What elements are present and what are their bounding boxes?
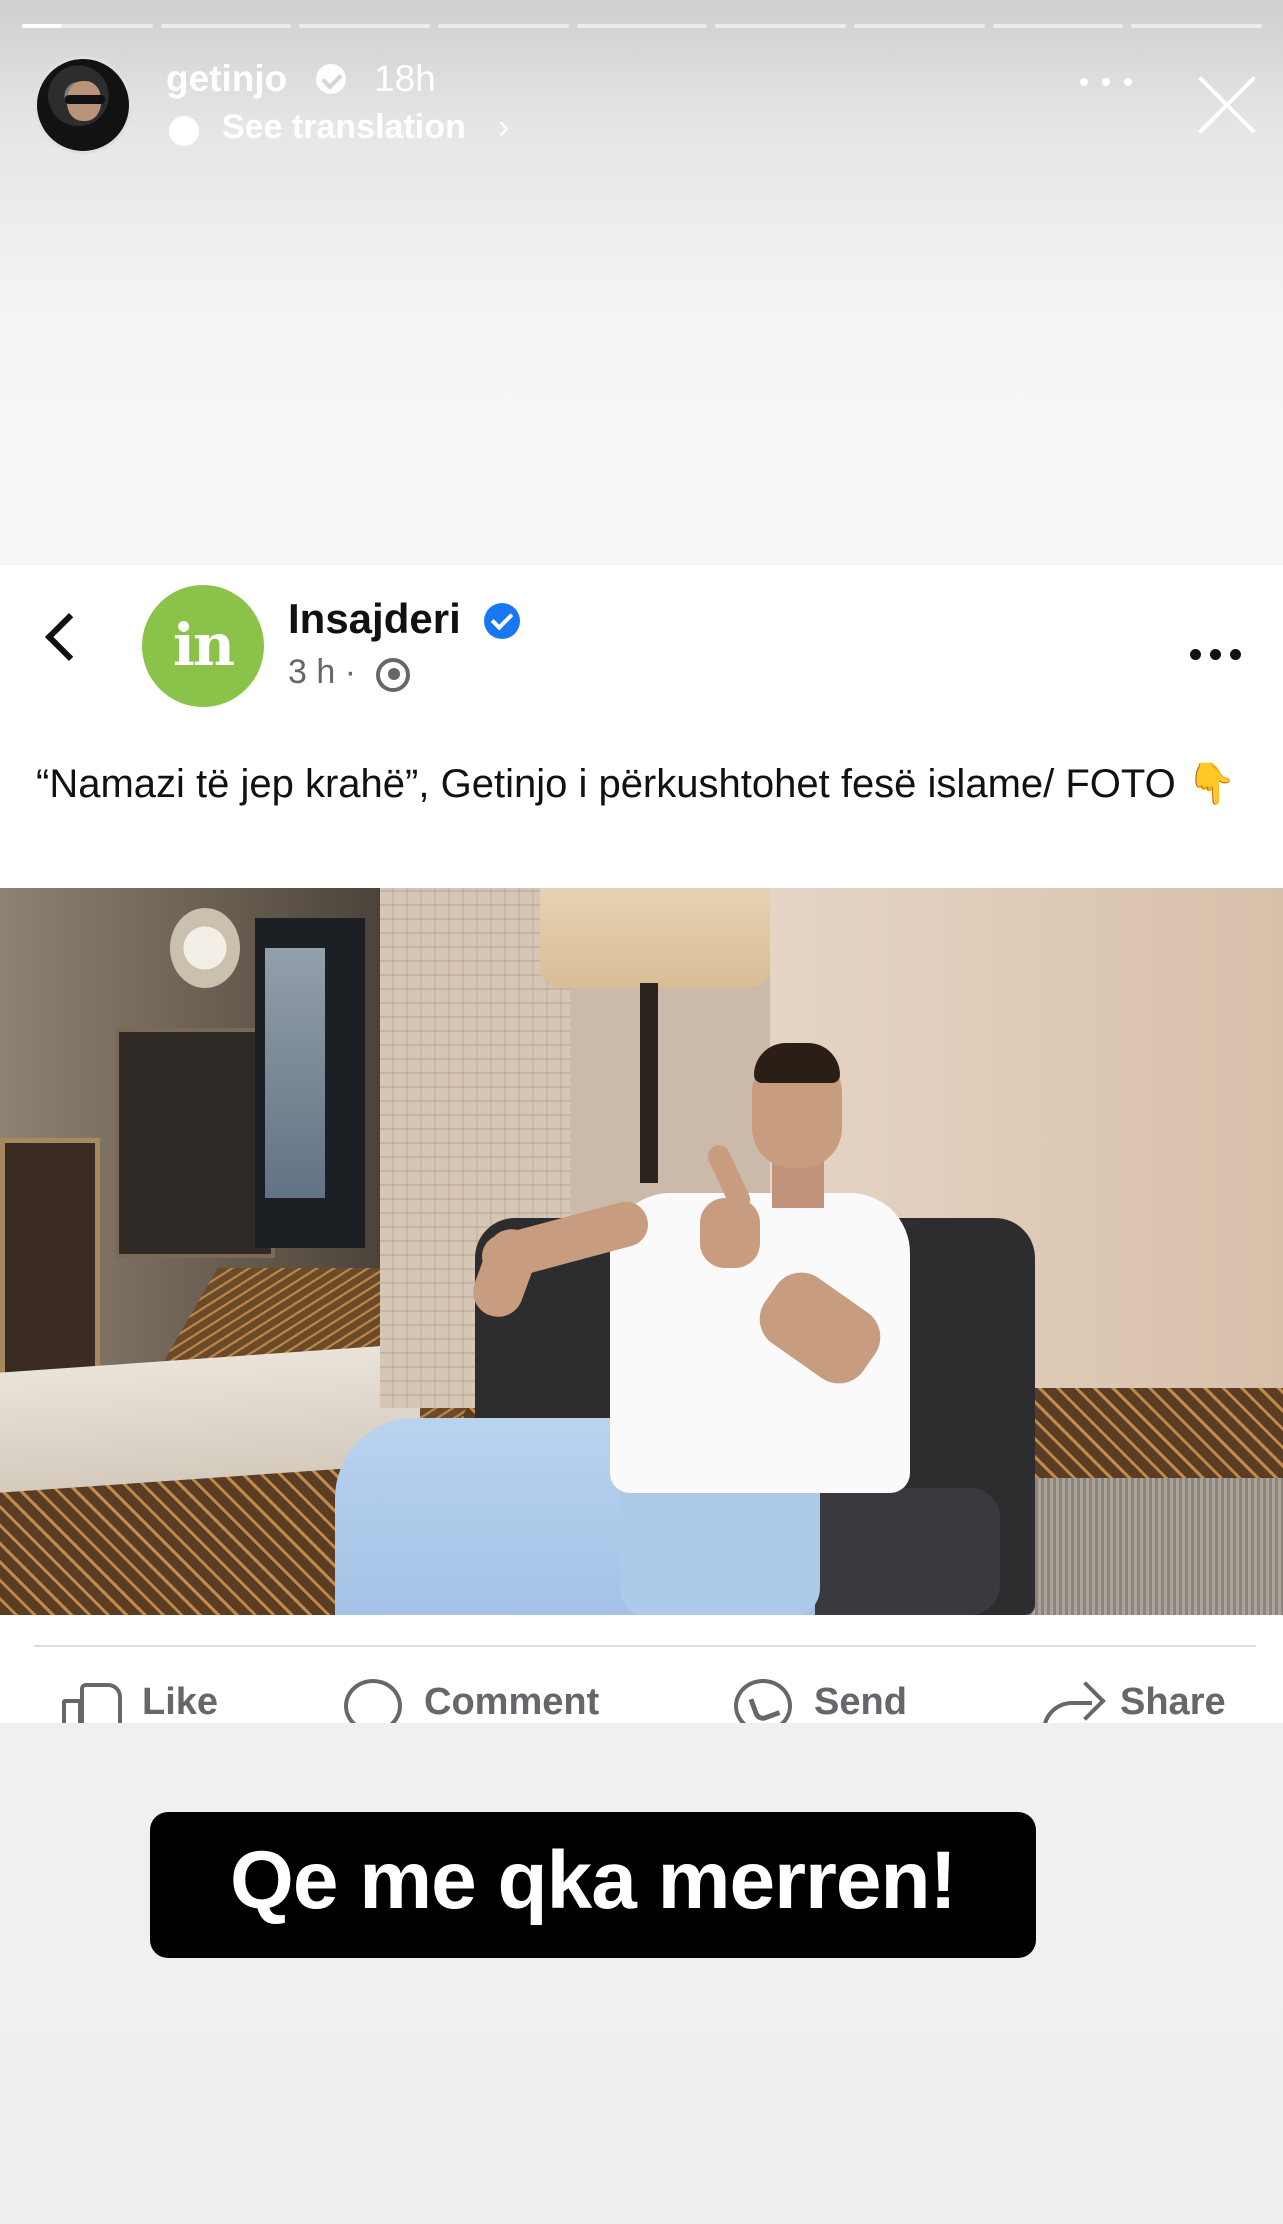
- page-logo-text: in: [172, 611, 235, 679]
- photo-flowers: [170, 908, 240, 988]
- close-icon[interactable]: [1194, 72, 1260, 138]
- like-label: Like: [142, 1681, 219, 1723]
- post-more-options-icon[interactable]: [1190, 645, 1246, 665]
- story-progress-segment: [854, 24, 985, 28]
- story-caption-sticker: Qe me qka merren!: [150, 1812, 1036, 1958]
- story-progress-segment: [1131, 24, 1263, 28]
- post-action-bar: Like Comment Send Share: [0, 1665, 1283, 1723]
- share-label: Share: [1120, 1681, 1226, 1723]
- post-headline: “Namazi të jep krahë”, Getinjo i përkush…: [36, 762, 1176, 806]
- see-translation-link[interactable]: See translation: [222, 108, 466, 147]
- globe-icon: [376, 658, 410, 692]
- story-header: getinjo 18h See translation ›: [34, 56, 1254, 156]
- pointing-down-emoji: 👇: [1186, 762, 1237, 806]
- post-photo[interactable]: [0, 888, 1283, 1615]
- translate-icon: [169, 116, 199, 146]
- story-progress-segment: [576, 24, 708, 28]
- story-age: 18h: [374, 58, 436, 99]
- verified-badge-icon: [316, 64, 346, 94]
- photo-cabinet: [115, 1028, 275, 1258]
- post-text: “Namazi të jep krahë”, Getinjo i përkush…: [36, 757, 1256, 812]
- story-progress-bar: [22, 24, 1263, 30]
- avatar-glasses: [65, 95, 105, 104]
- story-avatar[interactable]: [34, 56, 132, 154]
- send-button[interactable]: Send: [734, 1675, 934, 1723]
- story-progress-segment: [22, 24, 153, 28]
- share-arrow-icon: [1040, 1685, 1100, 1723]
- verified-badge-icon: [484, 603, 520, 639]
- photo-fridge-glass: [265, 948, 325, 1198]
- thumbs-up-icon: [62, 1679, 122, 1723]
- shared-facebook-post: in Insajderi 3 h · “Namazi të jep krahë”…: [0, 565, 1283, 1723]
- back-arrow-icon[interactable]: [44, 612, 94, 662]
- comment-button[interactable]: Comment: [344, 1675, 644, 1723]
- comment-bubble-icon: [344, 1679, 402, 1723]
- photo-fist: [700, 1198, 760, 1268]
- like-button[interactable]: Like: [62, 1675, 242, 1723]
- photo-lamp-shade: [540, 888, 770, 988]
- story-caption-text: Qe me qka merren!: [230, 1835, 957, 1926]
- story-progress-segment: [992, 24, 1124, 28]
- page-name[interactable]: Insajderi: [288, 595, 461, 643]
- messenger-icon: [734, 1679, 792, 1723]
- post-timestamp: 3 h ·: [288, 653, 357, 691]
- send-label: Send: [814, 1681, 907, 1723]
- divider: [34, 1645, 1256, 1647]
- chevron-right-icon: ›: [498, 108, 510, 146]
- comment-label: Comment: [424, 1681, 600, 1723]
- photo-lamp-pole: [640, 983, 658, 1183]
- story-username[interactable]: getinjo: [166, 58, 287, 100]
- share-button[interactable]: Share: [1040, 1675, 1260, 1723]
- story-progress-segment: [715, 24, 847, 28]
- story-progress-segment: [299, 24, 431, 28]
- page-logo[interactable]: in: [142, 585, 264, 707]
- story-progress-segment: [438, 24, 569, 28]
- story-progress-fill: [22, 24, 62, 28]
- story-progress-segment: [160, 24, 292, 28]
- story-more-options-icon[interactable]: [1080, 66, 1140, 96]
- photo-hair: [754, 1043, 840, 1083]
